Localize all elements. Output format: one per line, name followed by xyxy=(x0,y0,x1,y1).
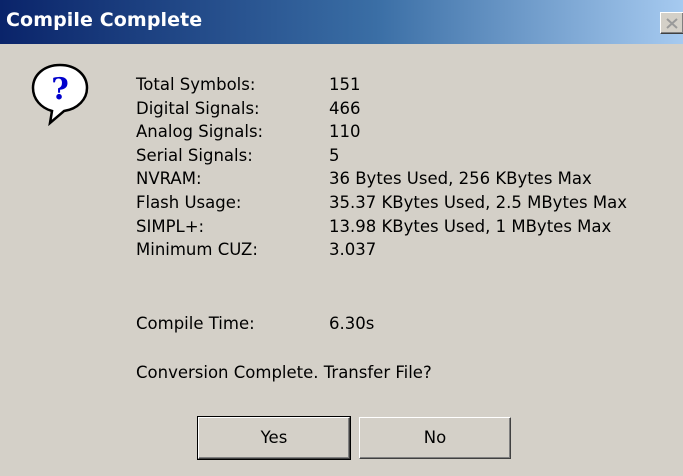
stat-label: Total Symbols: xyxy=(136,75,256,94)
title-bar[interactable]: Compile Complete xyxy=(0,0,683,44)
question-icon: ? xyxy=(31,63,89,126)
stat-label: Digital Signals: xyxy=(136,98,260,118)
stat-label: Flash Usage: xyxy=(136,192,242,212)
no-button[interactable]: No xyxy=(359,417,511,459)
stat-value: 151 xyxy=(329,75,361,94)
stat-value: 110 xyxy=(329,122,361,142)
stat-value: 466 xyxy=(329,98,361,118)
stat-label: Minimum CUZ: xyxy=(136,240,258,260)
stat-label: Analog Signals: xyxy=(136,122,264,142)
compile-time-label: Compile Time: xyxy=(136,314,255,333)
stat-value: 36 Bytes Used, 256 KBytes Max xyxy=(329,169,592,189)
question-icon-glyph: ? xyxy=(51,72,69,107)
compile-time-value: 6.30s xyxy=(329,314,375,333)
yes-button[interactable]: Yes xyxy=(197,416,351,460)
close-button[interactable] xyxy=(660,12,683,34)
transfer-prompt: Conversion Complete. Transfer File? xyxy=(136,363,432,382)
stat-value: 5 xyxy=(329,145,340,165)
stat-label: SIMPL+: xyxy=(136,216,205,236)
stat-label: Serial Signals: xyxy=(136,145,253,165)
close-icon xyxy=(666,18,678,29)
stat-label: NVRAM: xyxy=(136,169,202,189)
stat-value: 13.98 KBytes Used, 1 MBytes Max xyxy=(329,216,612,236)
window-title: Compile Complete xyxy=(6,9,203,31)
stat-value: 35.37 KBytes Used, 2.5 MBytes Max xyxy=(329,192,628,212)
stat-value: 3.037 xyxy=(329,240,377,260)
